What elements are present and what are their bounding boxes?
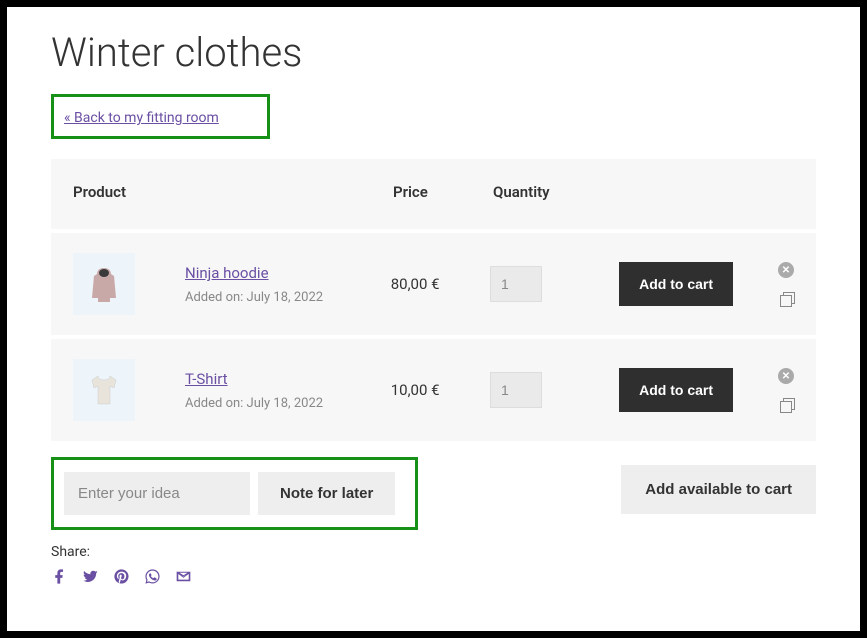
table-row: T-Shirt Added on: July 18, 2022 10,00 € …: [51, 335, 816, 441]
quantity-input[interactable]: [490, 266, 542, 302]
price-value: 10,00 €: [391, 381, 490, 399]
remove-icon[interactable]: ✕: [778, 262, 794, 278]
share-label: Share:: [51, 544, 816, 560]
whatsapp-icon[interactable]: [144, 568, 161, 585]
col-product: Product: [73, 183, 393, 201]
table-row: Ninja hoodie Added on: July 18, 2022 80,…: [51, 229, 816, 335]
product-name-link[interactable]: Ninja hoodie: [185, 264, 269, 282]
back-link[interactable]: « Back to my fitting room: [64, 110, 219, 126]
page-title: Winter clothes: [51, 29, 816, 76]
tshirt-icon: [82, 368, 126, 412]
copy-icon[interactable]: [780, 292, 794, 306]
back-link-highlight: « Back to my fitting room: [51, 94, 270, 139]
add-available-button[interactable]: Add available to cart: [621, 465, 816, 514]
product-name-link[interactable]: T-Shirt: [185, 370, 228, 388]
twitter-icon[interactable]: [82, 568, 99, 585]
email-icon[interactable]: [175, 568, 192, 585]
note-for-later-button[interactable]: Note for later: [258, 472, 395, 515]
wishlist-table: Product Price Quantity Ninja hoodie Adde…: [51, 159, 816, 441]
add-to-cart-button[interactable]: Add to cart: [619, 262, 733, 306]
remove-icon[interactable]: ✕: [778, 368, 794, 384]
price-value: 80,00 €: [391, 275, 490, 293]
add-to-cart-button[interactable]: Add to cart: [619, 368, 733, 412]
hoodie-icon: [80, 260, 128, 308]
note-highlight: Note for later: [51, 457, 418, 530]
added-date: Added on: July 18, 2022: [185, 290, 391, 305]
product-thumbnail[interactable]: [73, 253, 135, 315]
facebook-icon[interactable]: [51, 568, 68, 585]
quantity-input[interactable]: [490, 372, 542, 408]
idea-input[interactable]: [64, 472, 250, 515]
table-header: Product Price Quantity: [51, 159, 816, 229]
copy-icon[interactable]: [780, 398, 794, 412]
col-quantity: Quantity: [493, 183, 623, 201]
pinterest-icon[interactable]: [113, 568, 130, 585]
col-price: Price: [393, 183, 493, 201]
added-date: Added on: July 18, 2022: [185, 396, 391, 411]
product-thumbnail[interactable]: [73, 359, 135, 421]
